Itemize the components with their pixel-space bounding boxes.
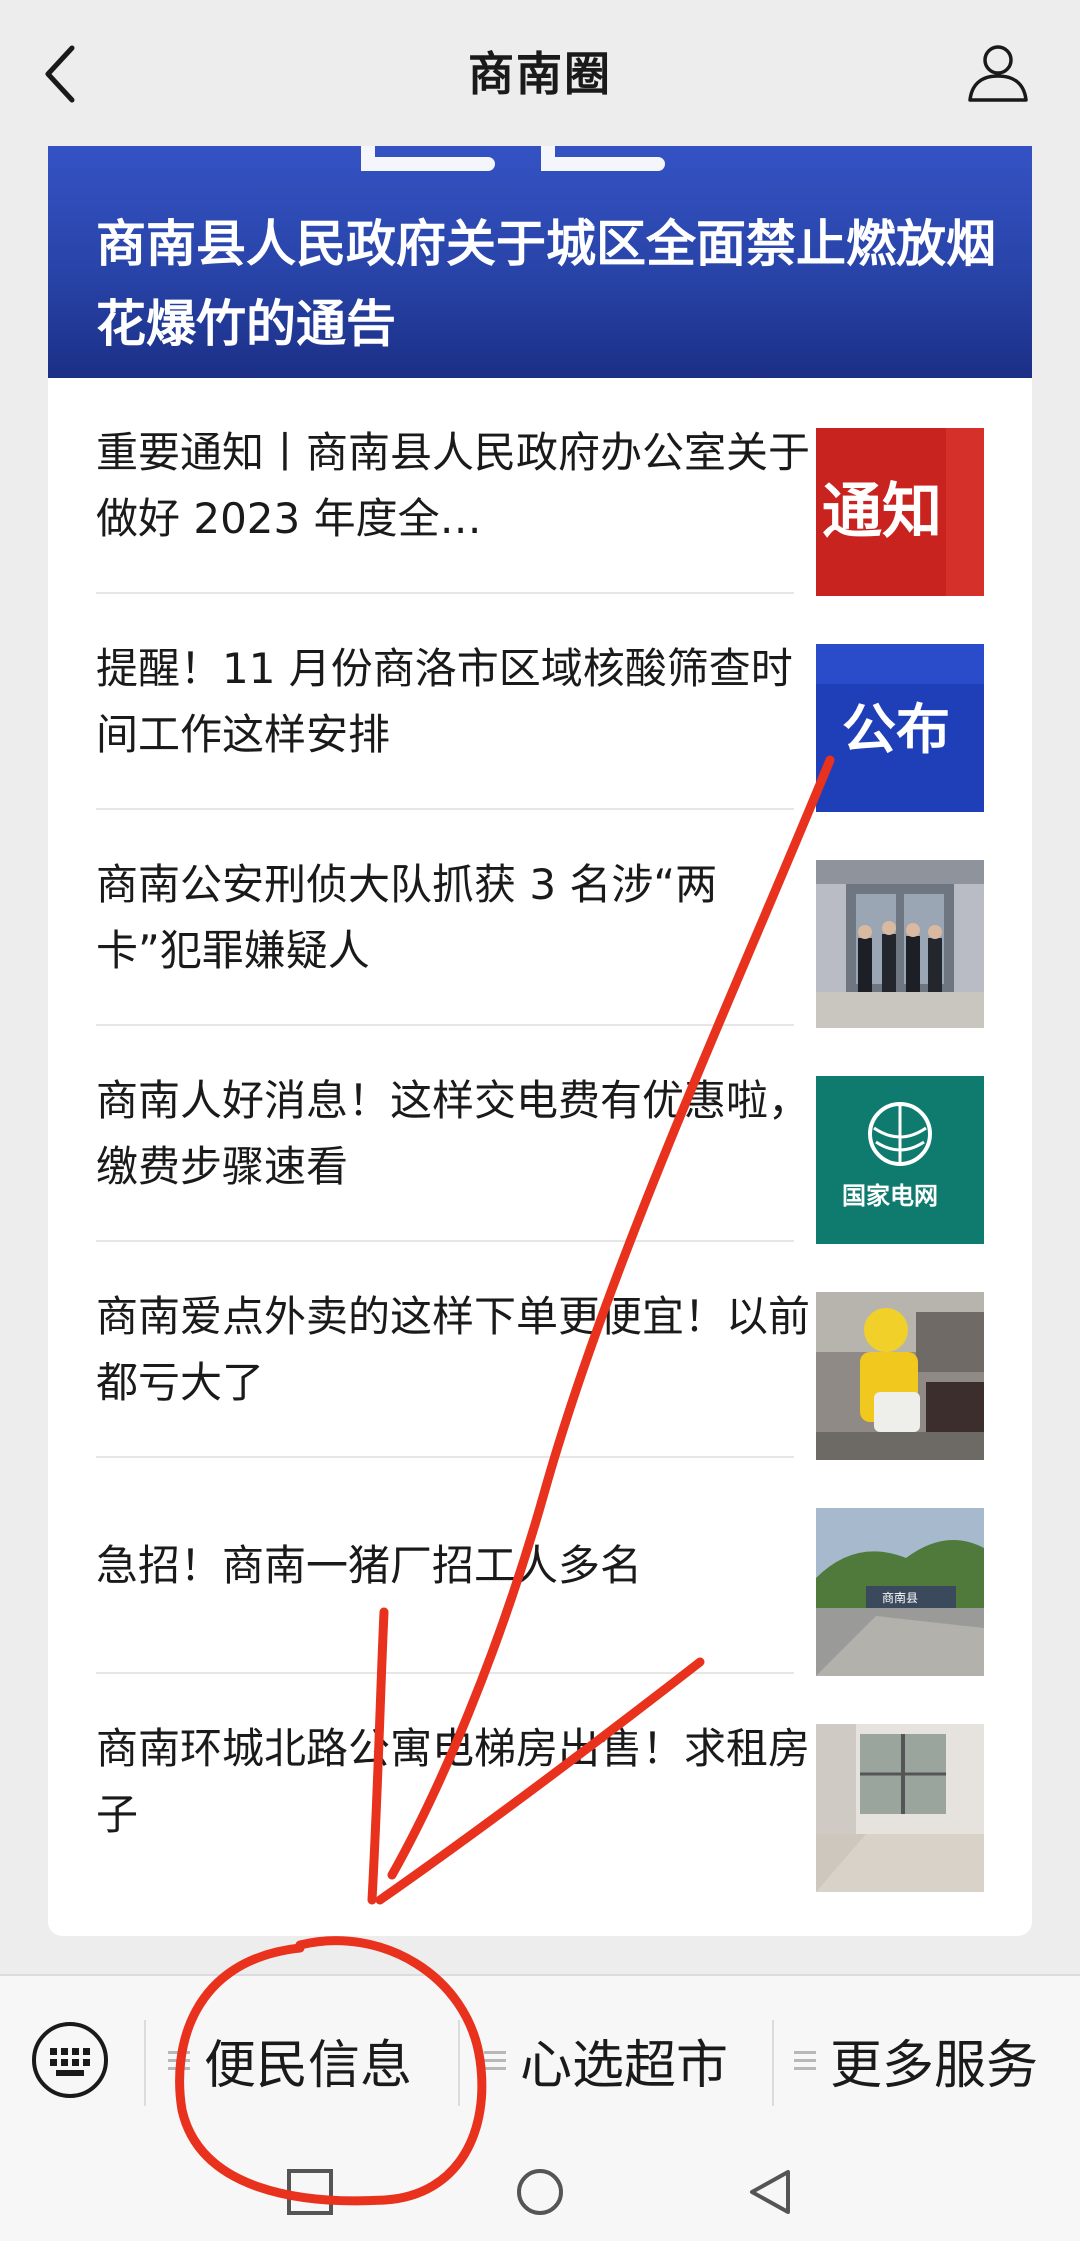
featured-banner[interactable]: 商南县人民政府关于城区全面禁止燃放烟花爆竹的通告 — [48, 146, 1032, 378]
article-thumbnail: 公布 — [816, 644, 984, 812]
article-title: 商南公安刑侦大队抓获 3 名涉“两卡”犯罪嫌疑人 — [96, 860, 718, 975]
article-card: 商南县人民政府关于城区全面禁止燃放烟花爆竹的通告 重要通知丨商南县人民政府办公室… — [48, 146, 1032, 1936]
user-icon[interactable] — [966, 40, 1030, 104]
thumb-label: 公布 — [842, 698, 950, 761]
article-thumbnail — [816, 860, 984, 1028]
page-title: 商南圈 — [468, 47, 612, 101]
home-icon[interactable] — [514, 2166, 566, 2218]
menu-list-icon — [168, 2046, 190, 2075]
menu-item-label: 便民信息 — [204, 2035, 413, 2096]
keyboard-icon[interactable] — [30, 2020, 110, 2100]
article-item[interactable]: 商南环城北路公寓电梯房出售！求租房子 — [48, 1674, 1032, 1892]
menu-item-convenience-info[interactable]: 便民信息 — [168, 1976, 412, 2144]
back-triangle-icon[interactable] — [744, 2166, 796, 2218]
article-title: 急招！商南一猪厂招工人多名 — [96, 1541, 643, 1590]
menu-item-more-services[interactable]: 更多服务 — [794, 1976, 1038, 2144]
menu-list-icon — [484, 2046, 506, 2075]
system-nav-bar — [0, 2142, 1080, 2241]
thumb-label: 国家电网 — [842, 1182, 938, 1210]
article-thumbnail: 国家电网 — [816, 1076, 984, 1244]
article-thumbnail — [816, 1724, 984, 1892]
article-item[interactable]: 商南公安刑侦大队抓获 3 名涉“两卡”犯罪嫌疑人 — [48, 810, 1032, 1028]
article-thumbnail — [816, 1292, 984, 1460]
article-title: 商南爱点外卖的这样下单更便宜！以前都亏大了 — [96, 1292, 811, 1407]
article-item[interactable]: 重要通知丨商南县人民政府办公室关于做好 2023 年度全… 通知 — [48, 378, 1032, 596]
banner-headline: 商南县人民政府关于城区全面禁止燃放烟花爆竹的通告 — [96, 215, 996, 353]
menu-item-label: 更多服务 — [830, 2035, 1039, 2096]
article-thumbnail: 商南县 — [816, 1508, 984, 1676]
article-title: 商南人好消息！这样交电费有优惠啦，缴费步骤速看 — [96, 1076, 811, 1191]
menu-list-icon — [794, 2046, 816, 2075]
article-item[interactable]: 急招！商南一猪厂招工人多名 商南县 — [48, 1458, 1032, 1676]
article-list: 重要通知丨商南县人民政府办公室关于做好 2023 年度全… 通知 提醒！11 月… — [48, 378, 1032, 1892]
app-header: 商南圈 — [0, 0, 1080, 146]
article-title: 提醒！11 月份商洛市区域核酸筛查时间工作这样安排 — [96, 644, 793, 759]
article-item[interactable]: 商南人好消息！这样交电费有优惠啦，缴费步骤速看 国家电网 — [48, 1026, 1032, 1244]
article-item[interactable]: 商南爱点外卖的这样下单更便宜！以前都亏大了 — [48, 1242, 1032, 1460]
menu-item-label: 心选超市 — [520, 2035, 729, 2096]
banner-decoration — [361, 146, 665, 171]
recent-apps-icon[interactable] — [284, 2166, 336, 2218]
article-title: 商南环城北路公寓电梯房出售！求租房子 — [96, 1724, 811, 1839]
bottom-menu: 便民信息 心选超市 更多服务 — [0, 1974, 1080, 2144]
thumb-label: 商南县 — [882, 1590, 918, 1605]
article-thumbnail: 通知 — [816, 428, 984, 596]
menu-item-select-supermarket[interactable]: 心选超市 — [484, 1976, 728, 2144]
article-item[interactable]: 提醒！11 月份商洛市区域核酸筛查时间工作这样安排 公布 — [48, 594, 1032, 812]
article-title: 重要通知丨商南县人民政府办公室关于做好 2023 年度全… — [96, 428, 811, 543]
thumb-label: 通知 — [822, 477, 942, 547]
